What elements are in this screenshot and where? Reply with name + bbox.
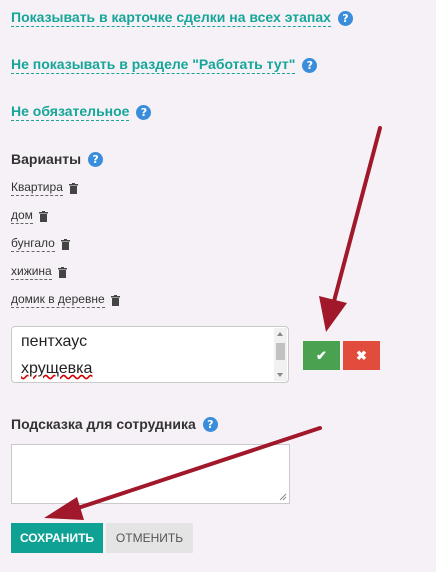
save-button[interactable]: СОХРАНИТЬ <box>11 523 103 553</box>
textarea-line: пентхаус <box>21 333 88 350</box>
setting-not-required: Не обязательное ? <box>11 103 152 121</box>
hint-heading: Подсказка для сотрудника ? <box>11 416 218 432</box>
cancel-button[interactable]: ОТМЕНИТЬ <box>106 523 193 553</box>
question-circle-icon[interactable]: ? <box>302 57 318 73</box>
textarea-line: хрущевка <box>21 360 93 377</box>
variant-label[interactable]: Квартира <box>11 180 63 196</box>
confirm-button[interactable]: ✔ <box>303 341 340 370</box>
hint-textarea[interactable] <box>11 444 290 504</box>
question-circle-icon[interactable]: ? <box>88 151 104 167</box>
variant-item: бунгало <box>11 236 70 252</box>
variant-item: дом <box>11 208 48 224</box>
variant-label[interactable]: дом <box>11 208 33 224</box>
trash-icon[interactable] <box>68 182 78 194</box>
new-variants-textarea[interactable]: пентхаус хрущевка <box>11 326 289 383</box>
hide-work-here-link[interactable]: Не показывать в разделе "Работать тут" <box>11 56 296 74</box>
variant-label[interactable]: домик в деревне <box>11 292 105 308</box>
question-circle-icon[interactable]: ? <box>337 10 353 26</box>
hint-title: Подсказка для сотрудника <box>11 416 196 432</box>
question-circle-icon[interactable]: ? <box>136 104 152 120</box>
trash-icon[interactable] <box>57 266 67 278</box>
question-circle-icon[interactable]: ? <box>202 416 218 432</box>
variant-item: хижина <box>11 264 67 280</box>
variants-title: Варианты <box>11 151 82 167</box>
scroll-down-icon[interactable] <box>277 373 283 377</box>
trash-icon[interactable] <box>38 210 48 222</box>
check-icon: ✔ <box>316 347 327 363</box>
show-all-stages-link[interactable]: Показывать в карточке сделки на всех эта… <box>11 9 331 27</box>
setting-show-all-stages: Показывать в карточке сделки на всех эта… <box>11 9 353 27</box>
not-required-link[interactable]: Не обязательное <box>11 103 130 121</box>
textarea-scrollbar[interactable] <box>274 328 287 381</box>
variants-heading: Варианты ? <box>11 151 104 167</box>
trash-icon[interactable] <box>60 238 70 250</box>
resize-handle-icon[interactable] <box>279 493 287 501</box>
variant-item: Квартира <box>11 180 78 196</box>
variant-label[interactable]: бунгало <box>11 236 55 252</box>
scroll-up-icon[interactable] <box>277 332 283 336</box>
discard-button[interactable]: ✖ <box>343 341 380 370</box>
scroll-thumb[interactable] <box>276 343 285 360</box>
trash-icon[interactable] <box>110 294 120 306</box>
variant-label[interactable]: хижина <box>11 264 52 280</box>
arrow-to-confirm <box>319 126 382 332</box>
x-icon: ✖ <box>356 347 367 363</box>
setting-hide-work-here: Не показывать в разделе "Работать тут" ? <box>11 56 318 74</box>
variant-item: домик в деревне <box>11 292 120 308</box>
